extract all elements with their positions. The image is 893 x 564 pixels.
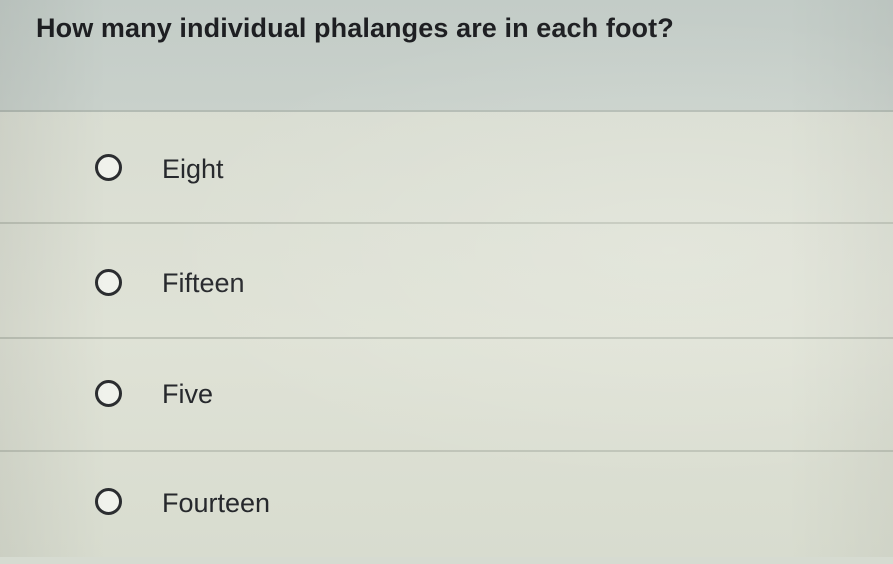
option-label: Fifteen (162, 268, 245, 298)
answer-option[interactable]: Eight (0, 112, 893, 224)
radio-button[interactable] (95, 269, 122, 296)
question-text: How many individual phalanges are in eac… (36, 13, 674, 43)
question-header: How many individual phalanges are in eac… (0, 0, 893, 112)
answer-option[interactable]: Fifteen (0, 227, 893, 339)
option-label: Fourteen (162, 488, 271, 518)
radio-button[interactable] (95, 488, 122, 515)
answer-options: Eight Fifteen Five Fourteen (0, 112, 893, 557)
radio-button[interactable] (95, 380, 122, 407)
option-label: Five (162, 379, 214, 409)
option-label: Eight (162, 154, 224, 184)
answer-option[interactable]: Fourteen (0, 452, 893, 564)
quiz-screen: How many individual phalanges are in eac… (0, 0, 893, 557)
answer-option[interactable]: Five (0, 340, 893, 452)
radio-button[interactable] (95, 154, 122, 181)
